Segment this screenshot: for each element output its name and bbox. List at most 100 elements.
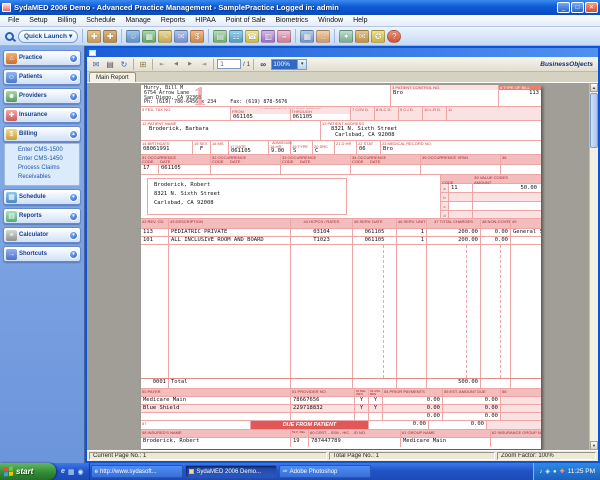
chevron-up-icon[interactable]: ▴ bbox=[69, 130, 78, 139]
sidebar-item-patients[interactable]: ☺ Patients ▾ bbox=[3, 69, 81, 85]
sidebar-item-calculator[interactable]: ≡ Calculator ▾ bbox=[3, 227, 81, 243]
sidebar-link-receivables[interactable]: Receivables bbox=[18, 173, 79, 182]
toolbar-separator bbox=[152, 59, 153, 70]
sidebar-label-billing: Billing bbox=[19, 131, 69, 137]
first-page-icon[interactable]: ⇤ bbox=[156, 58, 168, 70]
scheduler-icon[interactable]: ☷ bbox=[229, 30, 243, 43]
appointment-book-icon[interactable]: ▦ bbox=[142, 30, 156, 43]
cpt-codes-icon[interactable]: ✚ bbox=[87, 30, 101, 43]
payments-icon[interactable]: $ bbox=[190, 30, 204, 43]
messages-icon[interactable]: ☎ bbox=[245, 30, 259, 43]
alert-icon[interactable]: ✚ bbox=[560, 468, 565, 475]
chevron-down-icon[interactable]: ▾ bbox=[69, 54, 78, 63]
menu-file[interactable]: File bbox=[3, 17, 24, 24]
internet-explorer-icon[interactable]: e bbox=[61, 468, 65, 475]
icd-codes-icon[interactable]: ✚ bbox=[103, 30, 117, 43]
point-of-sale-icon[interactable]: ⌂ bbox=[316, 30, 330, 43]
group-tree-icon[interactable]: ⊞ bbox=[137, 58, 149, 70]
menu-schedule[interactable]: Schedule bbox=[81, 17, 120, 24]
scrollbar-thumb[interactable] bbox=[590, 93, 598, 148]
close-button[interactable]: ✕ bbox=[585, 2, 598, 13]
zoom-select[interactable]: 100% ▾ bbox=[271, 59, 307, 70]
toolbar-separator bbox=[121, 29, 122, 43]
sidebar-label-shortcuts: Shortcuts bbox=[19, 251, 69, 257]
next-page-icon[interactable]: ▶ bbox=[184, 58, 196, 70]
tab-main-report[interactable]: Main Report bbox=[89, 72, 136, 82]
patient-list-icon[interactable]: ☺ bbox=[126, 30, 140, 43]
statements-icon[interactable]: ≡ bbox=[277, 30, 291, 43]
field-11: 11 bbox=[447, 107, 541, 120]
taskbar-item-browser[interactable]: e http://www.sydasoft... bbox=[91, 465, 183, 478]
report-tab-strip: Main Report bbox=[87, 72, 598, 83]
chevron-down-icon[interactable]: ▾ bbox=[69, 92, 78, 101]
help-icon[interactable]: ? bbox=[387, 30, 401, 43]
page-number-input[interactable]: 1 bbox=[217, 59, 241, 69]
menu-manage[interactable]: Manage bbox=[120, 17, 155, 24]
menu-billing[interactable]: Billing bbox=[53, 17, 82, 24]
sidebar-item-practice[interactable]: ⌂ Practice ▾ bbox=[3, 50, 81, 66]
taskbar-item-sydamed[interactable]: ▣ SydaMED 2006 Demo... bbox=[185, 465, 277, 478]
sidebar-label-schedule: Schedule bbox=[19, 194, 69, 200]
shortcuts-icon: → bbox=[6, 249, 17, 260]
chevron-down-icon[interactable]: ▾ bbox=[69, 111, 78, 120]
menu-window[interactable]: Window bbox=[313, 17, 348, 24]
superbill-icon[interactable]: ✎ bbox=[158, 30, 172, 43]
print-icon[interactable]: ▤ bbox=[104, 58, 116, 70]
chevron-down-icon[interactable]: ▾ bbox=[69, 193, 78, 202]
sidebar-label-insurance: Insurance bbox=[19, 112, 69, 118]
network-icon[interactable]: ◈ bbox=[545, 468, 550, 475]
menubar: File Setup Billing Schedule Manage Repor… bbox=[0, 15, 600, 27]
chevron-down-icon[interactable]: ▾ bbox=[69, 231, 78, 240]
prev-page-icon[interactable]: ◀ bbox=[170, 58, 182, 70]
security-icon[interactable]: ✪ bbox=[371, 30, 385, 43]
chevron-down-icon[interactable]: ▾ bbox=[69, 212, 78, 221]
scroll-down-icon[interactable]: ▼ bbox=[590, 441, 598, 450]
taskbar: start e ▦ ◉ e http://www.sydasoft... ▣ S… bbox=[0, 463, 600, 480]
menu-point-of-sale[interactable]: Point of Sale bbox=[221, 17, 271, 24]
refresh-icon[interactable]: ↻ bbox=[118, 58, 130, 70]
sidebar-item-insurance[interactable]: ✚ Insurance ▾ bbox=[3, 107, 81, 123]
find-icon[interactable]: ∞ bbox=[257, 58, 269, 70]
sidebar-link-process-claims[interactable]: Process Claims bbox=[18, 164, 79, 173]
search-icon[interactable] bbox=[5, 32, 14, 41]
documents-icon[interactable]: ▥ bbox=[261, 30, 275, 43]
sidebar-item-providers[interactable]: ☻ Providers ▾ bbox=[3, 88, 81, 104]
scroll-up-icon[interactable]: ▲ bbox=[590, 83, 598, 92]
antivirus-icon[interactable]: ● bbox=[553, 469, 557, 475]
claims-icon[interactable]: ✉ bbox=[174, 30, 188, 43]
chevron-down-icon: ▾ bbox=[69, 32, 72, 40]
volume-icon[interactable]: ♪ bbox=[539, 469, 542, 475]
email-icon[interactable]: ✉ bbox=[355, 30, 369, 43]
sidebar-item-schedule[interactable]: ▦ Schedule ▾ bbox=[3, 189, 81, 205]
menu-setup[interactable]: Setup bbox=[24, 17, 52, 24]
maximize-button[interactable]: □ bbox=[571, 2, 584, 13]
menu-hipaa[interactable]: HIPAA bbox=[190, 17, 221, 24]
reports-icon[interactable]: ▤ bbox=[213, 30, 227, 43]
menu-help[interactable]: Help bbox=[348, 17, 372, 24]
biometrics-icon[interactable]: ✦ bbox=[339, 30, 353, 43]
menu-reports[interactable]: Reports bbox=[156, 17, 191, 24]
ledger-icon[interactable]: ▦ bbox=[300, 30, 314, 43]
chevron-down-icon[interactable]: ▾ bbox=[297, 60, 306, 69]
practice-icon: ⌂ bbox=[6, 53, 17, 64]
show-desktop-icon[interactable]: ▦ bbox=[68, 468, 75, 476]
taskbar-item-photoshop[interactable]: ✑ Adobe Photoshop bbox=[279, 465, 371, 478]
clock[interactable]: 11:25 PM bbox=[568, 468, 595, 475]
vertical-scrollbar[interactable]: ▲ ▼ bbox=[589, 83, 598, 450]
patients-icon: ☺ bbox=[6, 72, 17, 83]
toolbar-separator bbox=[208, 29, 209, 43]
quick-launch-button[interactable]: Quick Launch ▾ bbox=[18, 30, 78, 43]
sidebar-link-enter-cms-1450[interactable]: Enter CMS-1450 bbox=[18, 155, 79, 164]
last-page-icon[interactable]: ⇥ bbox=[198, 58, 210, 70]
minimize-button[interactable]: _ bbox=[557, 2, 570, 13]
sidebar-item-shortcuts[interactable]: → Shortcuts ▾ bbox=[3, 246, 81, 262]
sidebar-item-reports[interactable]: ▤ Reports ▾ bbox=[3, 208, 81, 224]
chevron-down-icon[interactable]: ▾ bbox=[69, 73, 78, 82]
menu-biometrics[interactable]: Biometrics bbox=[270, 17, 313, 24]
sidebar-link-enter-cms-1500[interactable]: Enter CMS-1500 bbox=[18, 146, 79, 155]
start-button[interactable]: start bbox=[0, 463, 56, 480]
sidebar-item-billing[interactable]: $ Billing ▴ bbox=[3, 126, 81, 142]
media-player-icon[interactable]: ◉ bbox=[78, 468, 84, 476]
export-icon[interactable]: ✉ bbox=[90, 58, 102, 70]
chevron-down-icon[interactable]: ▾ bbox=[69, 250, 78, 259]
